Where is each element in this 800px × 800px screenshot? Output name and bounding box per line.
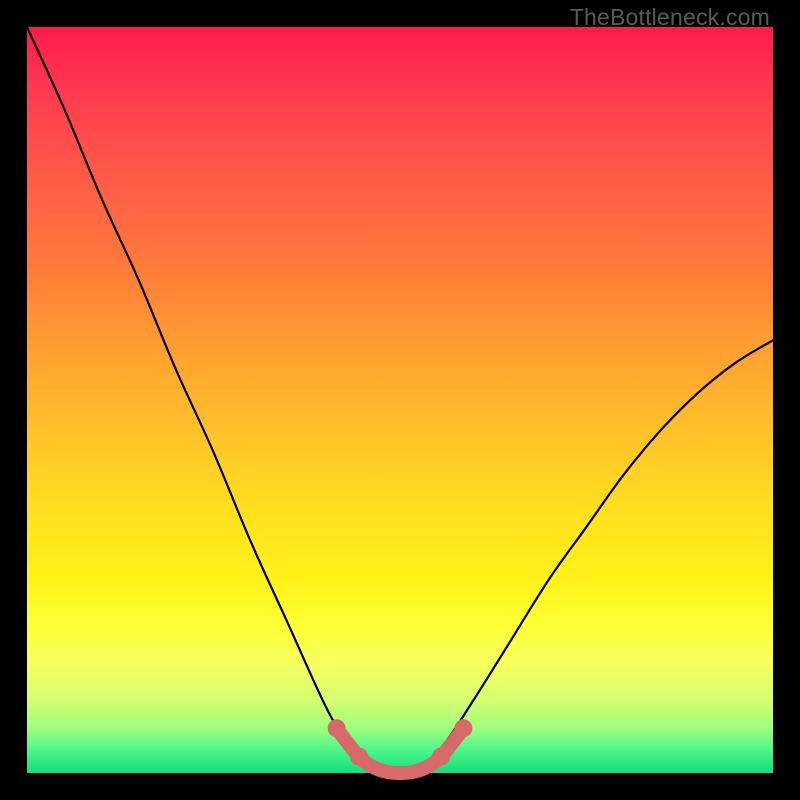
highlight-dot <box>432 748 450 766</box>
plot-area <box>27 27 773 773</box>
highlight-dot <box>454 719 472 737</box>
highlight-dot <box>350 748 368 766</box>
highlight-segment <box>328 719 473 773</box>
highlight-dot <box>328 719 346 737</box>
chart-frame: TheBottleneck.com <box>0 0 800 800</box>
watermark-text: TheBottleneck.com <box>570 4 770 31</box>
curve-svg <box>27 27 773 773</box>
main-curve <box>27 27 773 773</box>
